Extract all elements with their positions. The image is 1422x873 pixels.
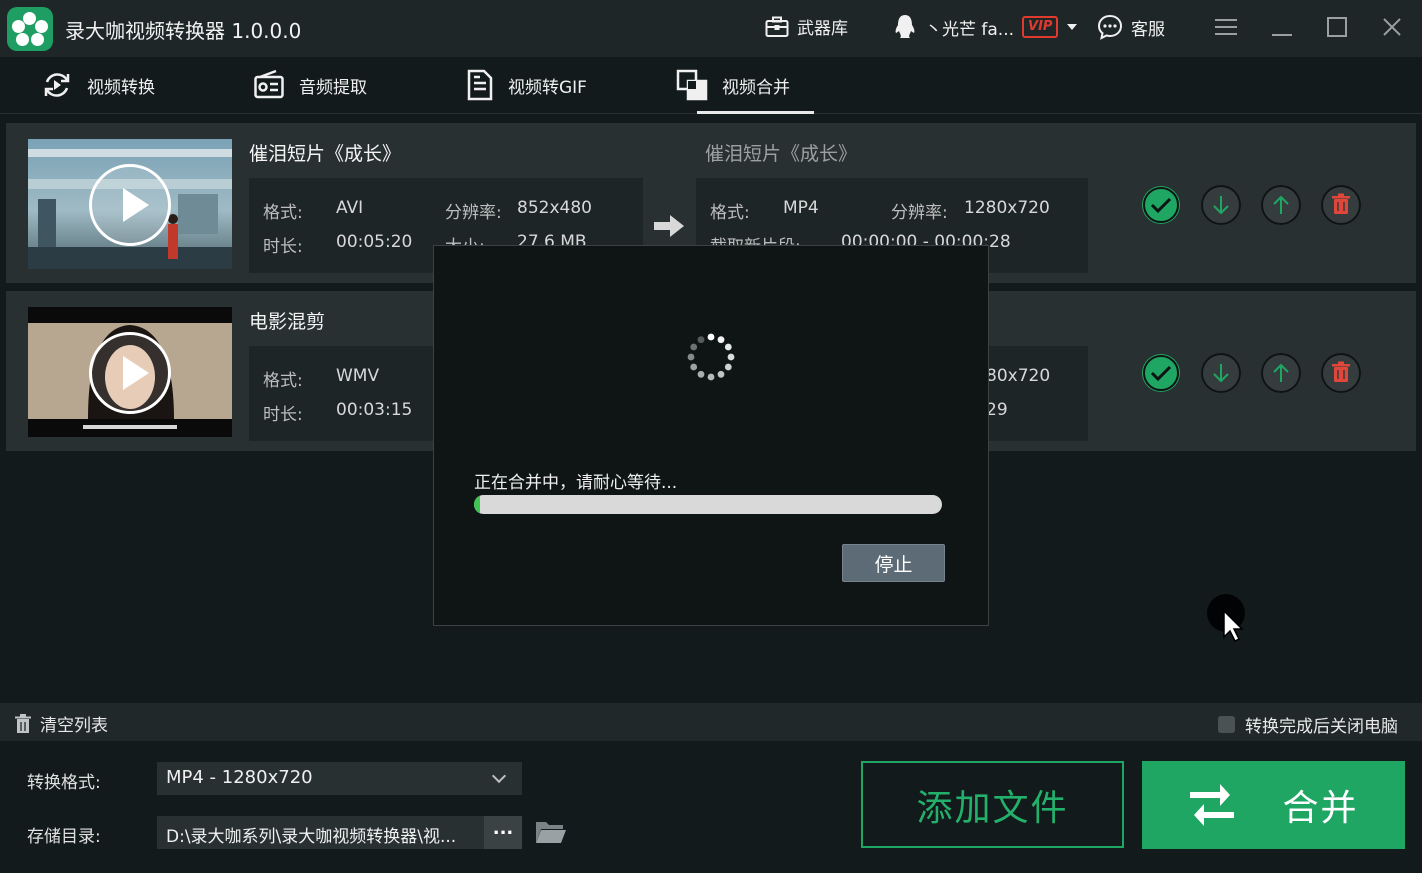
output-resolution-value: 80x720 [986, 366, 1051, 386]
output-format-value: MP4 [783, 198, 819, 218]
title-bar: 录大咖视频转换器 1.0.0.0 武器库 丶光芒 fa... VIP 客服 [0, 0, 1422, 57]
list-toolbar: 清空列表 转换完成后关闭电脑 [0, 703, 1422, 741]
output-format-label: 格式: [710, 203, 750, 223]
duration-label: 时长: [263, 237, 303, 257]
tab-label: 音频提取 [299, 77, 367, 98]
menu-icon[interactable] [1213, 14, 1239, 40]
tab-video-convert[interactable]: 视频转换 [41, 67, 155, 103]
shutdown-checkbox[interactable] [1218, 716, 1235, 733]
vip-badge: VIP [1022, 16, 1059, 38]
file-title: 电影混剪 [249, 311, 326, 333]
maximize-icon[interactable] [1324, 14, 1350, 40]
move-up-icon[interactable] [1261, 185, 1301, 225]
output-resolution-value: 1280x720 [964, 198, 1050, 218]
video-thumbnail[interactable] [28, 307, 232, 437]
qq-penguin-icon [895, 15, 915, 38]
format-field-label: 转换格式: [27, 773, 101, 793]
shutdown-label: 转换完成后关闭电脑 [1245, 717, 1398, 737]
format-value: AVI [336, 198, 364, 218]
play-icon[interactable] [89, 164, 171, 246]
progress-message: 正在合并中，请耐心等待... [474, 473, 678, 493]
customer-service-label: 客服 [1131, 19, 1165, 40]
browse-button[interactable]: ... [484, 816, 522, 849]
tab-video-to-gif[interactable]: 视频转GIF [466, 67, 587, 103]
duration-value: 00:05:20 [336, 232, 413, 252]
add-file-button[interactable]: 添加文件 [861, 761, 1124, 848]
trash-icon[interactable] [1321, 353, 1361, 393]
check-icon[interactable] [1141, 353, 1181, 393]
folder-icon[interactable] [535, 819, 567, 845]
resolution-value: 852x480 [517, 198, 592, 218]
merge-label: 合并 [1282, 788, 1359, 829]
dropdown-caret-icon[interactable] [1066, 22, 1078, 32]
move-up-icon[interactable] [1261, 353, 1301, 393]
trash-icon [15, 713, 31, 733]
chat-bubble-icon [1097, 14, 1123, 40]
arsenal-button[interactable]: 武器库 [765, 14, 848, 39]
swap-arrows-icon [1190, 784, 1235, 826]
move-down-icon[interactable] [1201, 353, 1241, 393]
output-settings-panel: 转换格式: MP4 - 1280x720 存储目录: D:\录大咖系列\录大咖视… [0, 741, 1422, 873]
shutdown-option[interactable]: 转换完成后关闭电脑 [1218, 712, 1398, 737]
tab-label: 视频合并 [722, 77, 790, 98]
stop-button[interactable]: 停止 [842, 544, 945, 582]
document-icon [467, 69, 493, 101]
tab-bar: 视频转换 音频提取 视频转GIF 视频合并 [0, 57, 1422, 114]
loading-spinner-icon [687, 333, 735, 381]
merge-icon [676, 69, 708, 101]
play-icon[interactable] [89, 332, 171, 414]
clip-value: 29 [986, 400, 1008, 420]
user-name: 丶光芒 fa... [925, 19, 1015, 40]
resolution-label: 分辨率: [445, 203, 502, 223]
clear-list-label: 清空列表 [40, 716, 108, 736]
video-thumbnail[interactable] [28, 139, 232, 269]
arrow-right-icon [654, 215, 684, 237]
active-tab-indicator [697, 111, 814, 114]
tab-label: 视频转换 [87, 77, 155, 98]
mouse-cursor-icon [1207, 594, 1245, 643]
format-value: WMV [336, 366, 380, 386]
trash-icon[interactable] [1321, 185, 1361, 225]
merge-button[interactable]: 合并 [1142, 761, 1405, 849]
check-icon[interactable] [1141, 185, 1181, 225]
output-resolution-label: 分辨率: [891, 203, 948, 223]
output-dir-field[interactable]: D:\录大咖系列\录大咖视频转换器\视... [157, 816, 484, 849]
dir-field-label: 存储目录: [27, 827, 101, 847]
arsenal-label: 武器库 [797, 19, 848, 39]
toolbox-icon [765, 16, 789, 37]
duration-value: 00:03:15 [336, 400, 413, 420]
app-window: 录大咖视频转换器 1.0.0.0 武器库 丶光芒 fa... VIP 客服 视频… [0, 0, 1422, 873]
progress-fill [474, 495, 480, 514]
file-title: 催泪短片《成长》 [249, 143, 402, 165]
radio-icon [254, 69, 284, 99]
tab-label: 视频转GIF [508, 77, 587, 98]
move-down-icon[interactable] [1201, 185, 1241, 225]
format-label: 格式: [263, 371, 303, 391]
minimize-icon[interactable] [1269, 14, 1295, 40]
format-select[interactable]: MP4 - 1280x720 [157, 762, 522, 795]
output-title: 催泪短片《成长》 [705, 143, 858, 165]
convert-icon [44, 73, 70, 97]
tab-video-merge[interactable]: 视频合并 [676, 67, 790, 103]
customer-service-button[interactable]: 客服 [1097, 14, 1165, 40]
progress-bar [474, 495, 942, 514]
chevron-down-icon [491, 768, 507, 784]
app-title: 录大咖视频转换器 1.0.0.0 [65, 19, 302, 43]
user-account-menu[interactable]: 丶光芒 fa... VIP [893, 14, 1078, 40]
duration-label: 时长: [263, 405, 303, 425]
format-select-value: MP4 - 1280x720 [166, 767, 313, 788]
tab-audio-extract[interactable]: 音频提取 [253, 67, 367, 103]
clear-list-button[interactable]: 清空列表 [14, 711, 108, 736]
format-label: 格式: [263, 203, 303, 223]
app-logo [7, 7, 53, 51]
merge-progress-dialog: 正在合并中，请耐心等待... 停止 [433, 245, 989, 626]
close-icon[interactable] [1379, 14, 1405, 40]
